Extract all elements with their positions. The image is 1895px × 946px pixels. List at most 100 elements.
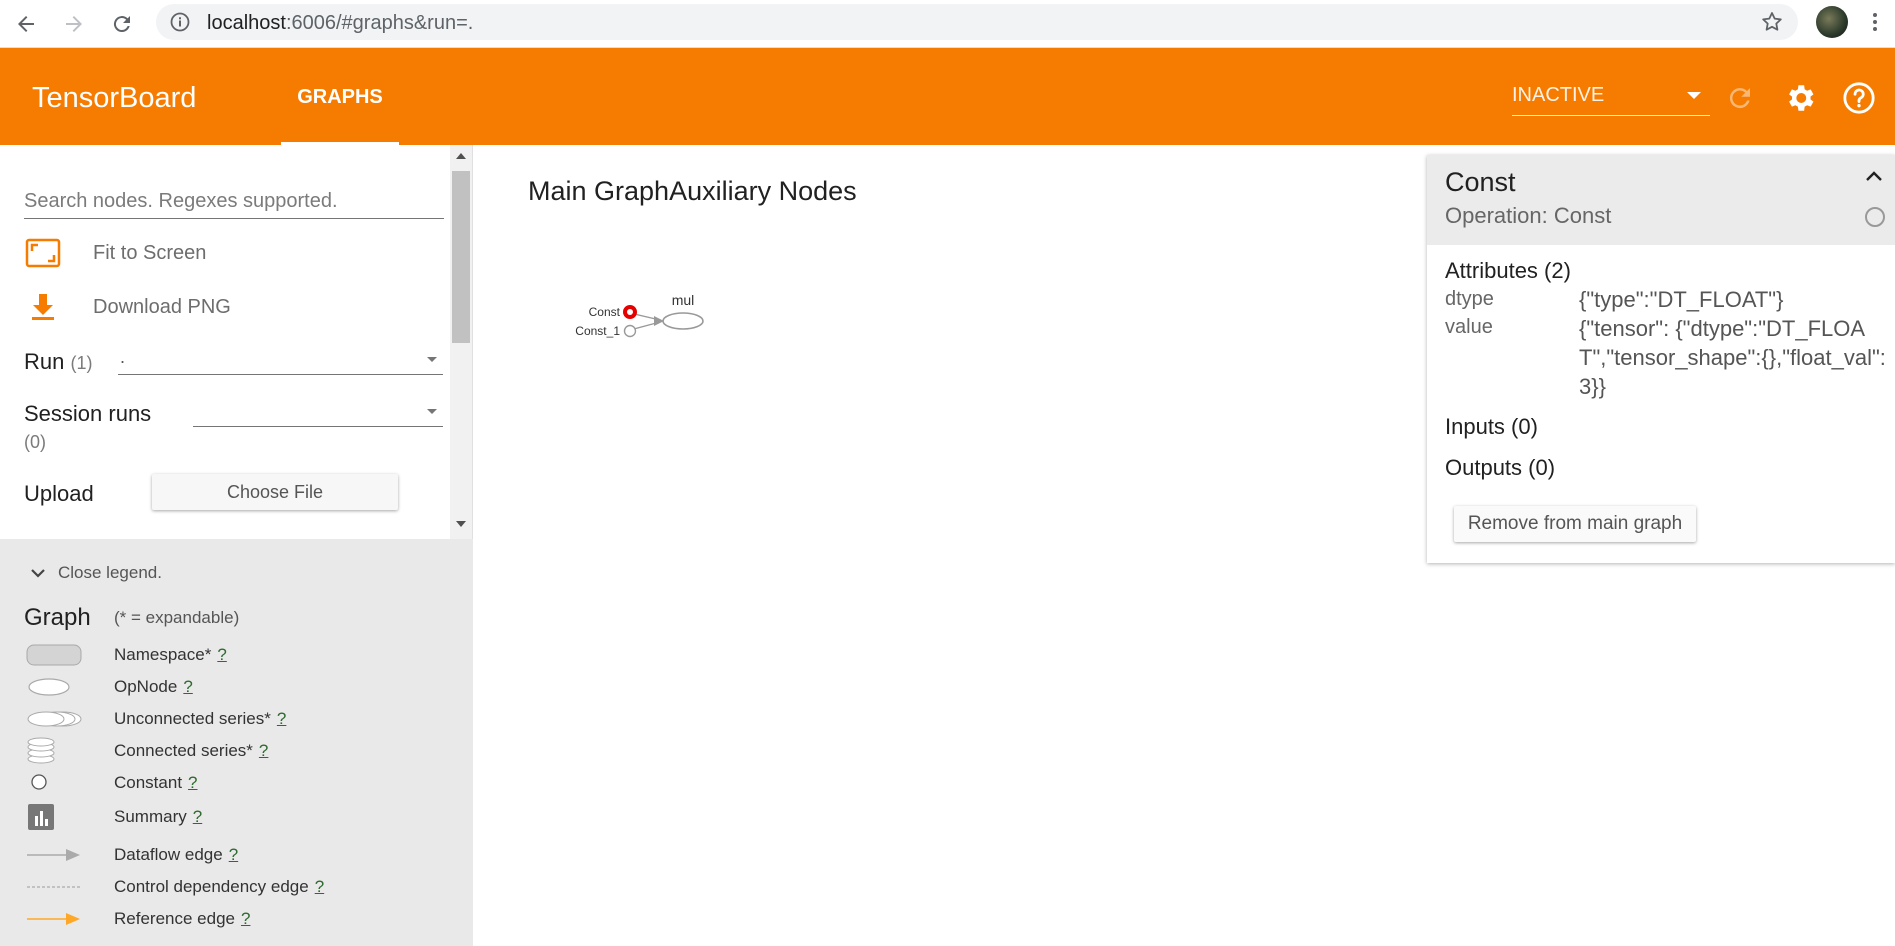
legend-item-connected-series: Connected series*? <box>0 737 473 765</box>
legend-connected-label: Connected series* <box>114 741 253 760</box>
connected-series-icon <box>26 737 86 765</box>
download-png-button[interactable]: Download PNG <box>24 289 231 325</box>
node-shape-icon <box>1865 207 1885 227</box>
refresh-icon[interactable] <box>1720 78 1760 118</box>
attributes-title: Attributes (2) <box>1445 258 1571 283</box>
legend-item-summary: Summary? <box>0 803 473 831</box>
legend-subtitle: (* = expandable) <box>114 608 240 627</box>
close-legend-label: Close legend. <box>58 563 162 582</box>
legend-constant-label: Constant <box>114 773 183 792</box>
download-icon <box>24 289 62 325</box>
unconnected-series-icon <box>26 705 86 733</box>
namespace-icon <box>26 641 86 669</box>
url-host: localhost <box>207 12 286 34</box>
session-runs-select[interactable] <box>193 397 443 427</box>
legend-item-dataflow-edge: Dataflow edge? <box>0 841 473 869</box>
attr-value-dtype: {"type":"DT_FLOAT"} <box>1579 287 1784 312</box>
summary-icon <box>26 803 86 831</box>
run-status-select[interactable]: INACTIVE <box>1512 82 1710 116</box>
bookmark-star-icon[interactable] <box>1760 10 1784 39</box>
node-operation: Operation: Const <box>1445 203 1612 228</box>
url-path: :6006/#graphs&run=. <box>285 12 474 34</box>
legend-dataflow-label: Dataflow edge <box>114 845 223 864</box>
help-link[interactable]: ? <box>217 645 226 664</box>
node-label-const: Const <box>589 305 621 319</box>
scrollbar-thumb[interactable] <box>452 171 470 343</box>
legend-item-opnode: OpNode? <box>0 673 473 701</box>
run-status-label: INACTIVE <box>1512 84 1605 106</box>
fit-screen-icon <box>24 235 62 271</box>
chevron-up-icon[interactable] <box>1865 169 1883 187</box>
legend-namespace-label: Namespace* <box>114 645 212 664</box>
help-link[interactable]: ? <box>277 709 286 728</box>
help-link[interactable]: ? <box>259 741 268 760</box>
legend-reference-label: Reference edge <box>114 909 235 928</box>
legend-item-control-edge: Control dependency edge? <box>0 873 473 901</box>
dropdown-caret-icon <box>1687 92 1701 99</box>
opnode-icon <box>26 673 86 701</box>
legend-unconnected-label: Unconnected series* <box>114 709 271 728</box>
settings-gear-icon[interactable] <box>1780 78 1820 118</box>
help-link[interactable]: ? <box>229 845 238 864</box>
legend-summary-label: Summary <box>114 807 187 826</box>
fit-to-screen-button[interactable]: Fit to Screen <box>24 235 206 271</box>
legend-control-label: Control dependency edge <box>114 877 309 896</box>
attr-value-value: {"tensor": {"dtype":"DT_FLOAT","tensor_s… <box>1579 316 1886 399</box>
reload-icon[interactable] <box>106 8 138 40</box>
legend-item-unconnected-series: Unconnected series*? <box>0 705 473 733</box>
browser-menu-icon[interactable] <box>1871 10 1879 39</box>
session-runs-count: (0) <box>24 432 46 452</box>
choose-file-button[interactable]: Choose File <box>152 474 398 510</box>
scroll-down-icon[interactable] <box>456 521 466 527</box>
legend-opnode-label: OpNode <box>114 677 178 696</box>
node-info-header: Const Operation: Const <box>1427 155 1895 245</box>
legend-item-namespace: Namespace*? <box>0 641 473 669</box>
graph-canvas[interactable]: Const Const_1 mul <box>560 285 720 345</box>
node-name: Const <box>1445 167 1516 197</box>
inputs-title: Inputs (0) <box>1445 414 1538 439</box>
back-icon[interactable] <box>10 8 42 40</box>
sidebar-controls: Fit to Screen Download PNG Run (1) . Ses… <box>0 145 473 539</box>
help-icon[interactable] <box>1839 78 1879 118</box>
tab-graphs[interactable]: GRAPHS <box>281 48 399 145</box>
constant-icon <box>26 769 86 797</box>
browser-toolbar: localhost:6006/#graphs&run=. <box>0 0 1895 48</box>
help-link[interactable]: ? <box>315 877 324 896</box>
help-link[interactable]: ? <box>193 807 202 826</box>
search-nodes-input[interactable] <box>24 185 444 219</box>
remove-from-main-graph-button[interactable]: Remove from main graph <box>1454 506 1696 542</box>
help-link[interactable]: ? <box>188 773 197 792</box>
dropdown-caret-icon <box>427 357 437 362</box>
outputs-title: Outputs (0) <box>1445 455 1556 480</box>
run-select[interactable]: . <box>118 345 443 375</box>
node-mul[interactable] <box>662 312 704 330</box>
control-edge-icon <box>26 873 86 901</box>
app-header: TensorBoard GRAPHS INACTIVE <box>0 48 1895 145</box>
sidebar: Fit to Screen Download PNG Run (1) . Ses… <box>0 145 473 946</box>
dropdown-caret-icon <box>427 409 437 414</box>
node-label-const1: Const_1 <box>575 324 620 338</box>
brand-title[interactable]: TensorBoard <box>32 82 196 115</box>
address-bar[interactable]: localhost:6006/#graphs&run=. <box>156 4 1798 40</box>
scroll-up-icon[interactable] <box>456 153 466 159</box>
help-link[interactable]: ? <box>241 909 250 928</box>
legend-item-reference-edge: Reference edge? <box>0 905 473 933</box>
forward-icon[interactable] <box>58 8 90 40</box>
profile-avatar[interactable] <box>1816 6 1848 38</box>
reference-edge-icon <box>26 905 86 933</box>
close-legend-toggle[interactable]: Close legend. <box>30 563 162 583</box>
run-select-value: . <box>120 347 126 367</box>
graph-legend: Close legend. Graph (* = expandable) Nam… <box>0 539 473 946</box>
graph-title: Main GraphAuxiliary Nodes <box>528 176 857 206</box>
run-count: (1) <box>70 353 93 373</box>
upload-label: Upload <box>24 481 94 506</box>
attr-key-dtype: dtype <box>1445 288 1494 310</box>
legend-title: Graph <box>24 604 91 631</box>
url-text: localhost:6006/#graphs&run=. <box>207 12 473 35</box>
session-runs-label: Session runs <box>24 401 152 426</box>
tab-graphs-label: GRAPHS <box>297 86 383 108</box>
sidebar-scrollbar[interactable] <box>450 145 472 539</box>
node-const1[interactable] <box>623 324 637 338</box>
help-link[interactable]: ? <box>183 677 192 696</box>
info-icon[interactable] <box>170 12 190 37</box>
